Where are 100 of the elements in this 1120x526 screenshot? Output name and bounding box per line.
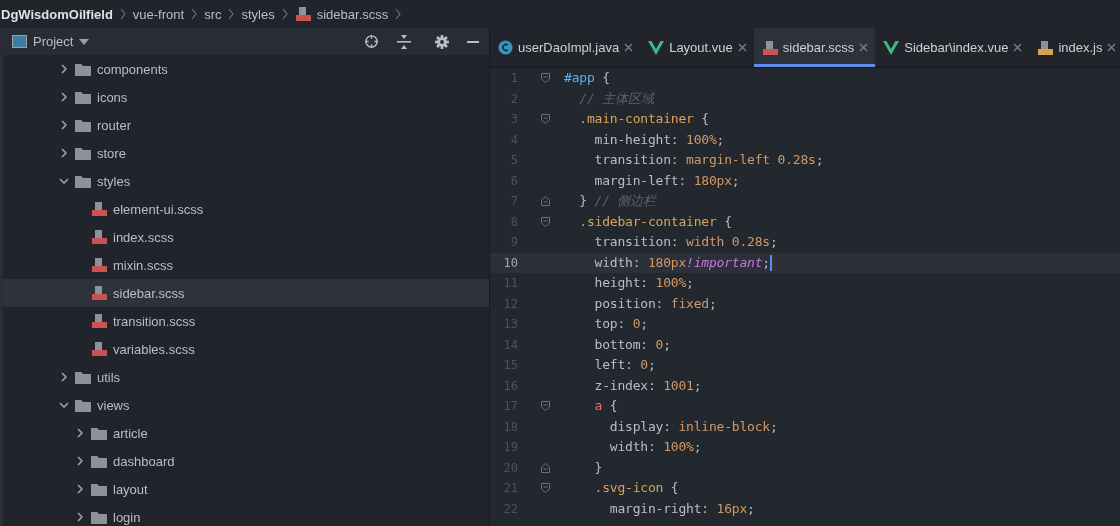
fold-icon[interactable] — [540, 114, 550, 125]
folder-icon — [75, 118, 91, 132]
folder-icon — [91, 454, 107, 468]
code-line: margin-left: 180px; — [593, 172, 740, 189]
code-line: } — [593, 459, 603, 476]
chevron-right-icon[interactable] — [75, 512, 85, 522]
vue-icon — [883, 40, 900, 55]
fold-icon[interactable] — [540, 483, 550, 494]
code-line: transition: width 0.28s; — [593, 234, 778, 251]
close-icon[interactable] — [859, 43, 869, 52]
settings-icon[interactable] — [435, 34, 449, 49]
js-file-icon — [1037, 39, 1054, 56]
code-line: position: fixed; — [593, 295, 717, 312]
tree-item[interactable]: components — [3, 55, 489, 83]
chevron-right-icon[interactable] — [59, 120, 69, 130]
tree-item[interactable]: dashboard — [3, 447, 489, 475]
code-line: a { — [593, 398, 618, 415]
chevron-right-icon[interactable] — [59, 372, 69, 382]
editor-tab[interactable]: index.js — [1029, 28, 1120, 67]
chevron-down-icon[interactable] — [59, 176, 69, 186]
code-line: .svg-icon { — [593, 480, 679, 497]
close-icon[interactable] — [737, 43, 747, 52]
chevron-right-icon — [118, 8, 127, 20]
tree-item[interactable]: store — [3, 139, 489, 167]
tree-item[interactable]: transition.scss — [3, 307, 489, 335]
code-line: top: 0; — [593, 316, 648, 333]
code-line: #app { — [564, 70, 610, 87]
tree-item[interactable]: login — [3, 503, 489, 526]
folder-icon — [91, 510, 107, 524]
folder-icon — [75, 174, 91, 188]
panel-title[interactable]: Project — [33, 34, 74, 49]
code-line: .sidebar-container { — [578, 213, 732, 230]
minimize-icon[interactable] — [467, 40, 479, 43]
class-icon — [498, 40, 513, 55]
vue-icon — [648, 40, 665, 55]
tree-item[interactable]: element-ui.scss — [3, 195, 489, 223]
tree-item[interactable]: utils — [3, 363, 489, 391]
tree-item[interactable]: icons — [3, 83, 489, 111]
sass-file-icon — [91, 341, 107, 357]
tree-item[interactable]: router — [3, 111, 489, 139]
close-icon[interactable] — [1013, 43, 1023, 52]
tree-item[interactable]: layout — [3, 475, 489, 503]
fold-icon[interactable] — [540, 73, 550, 84]
folder-icon — [75, 146, 91, 160]
chevron-right-icon[interactable] — [59, 148, 69, 158]
editor-tab[interactable]: Sidebar\index.vue — [875, 28, 1030, 67]
editor-tab[interactable]: Layout.vue — [640, 28, 754, 67]
sass-file-icon — [91, 257, 107, 273]
chevron-right-icon[interactable] — [75, 428, 85, 438]
chevron-down-icon[interactable] — [59, 400, 69, 410]
code-line: width: 180px!important; — [593, 254, 770, 271]
sass-file-icon — [91, 313, 107, 329]
breadcrumb-item[interactable]: sidebar.scss — [316, 6, 389, 22]
crosshair-icon[interactable] — [364, 34, 379, 49]
tree-item[interactable]: styles — [3, 167, 489, 195]
chevron-right-icon[interactable] — [75, 456, 85, 466]
folder-icon — [91, 482, 107, 496]
sass-file-icon — [91, 285, 107, 301]
breadcrumb-item[interactable]: vue-front — [132, 6, 185, 22]
tree-item[interactable]: mixin.scss — [3, 251, 489, 279]
fold-icon[interactable] — [540, 216, 550, 227]
sass-file-icon — [91, 229, 107, 245]
code-line: width: 100%; — [608, 439, 702, 456]
sass-file-icon — [91, 201, 107, 217]
code-line: .main-container { — [578, 111, 709, 128]
collapse-all-icon[interactable] — [397, 34, 411, 49]
fold-icon[interactable] — [540, 401, 550, 412]
chevron-right-icon — [280, 8, 289, 20]
code-line: } // 侧边栏 — [578, 193, 656, 210]
close-icon[interactable] — [1107, 43, 1117, 52]
chevron-right-icon — [190, 8, 199, 20]
breadcrumb-item[interactable]: DgWisdomOilfield — [1, 6, 113, 22]
chevron-right-icon[interactable] — [75, 484, 85, 494]
code-line: display: inline-block; — [608, 418, 778, 435]
code-line: margin-right: 16px; — [608, 500, 755, 517]
caret-down-icon[interactable] — [79, 38, 90, 45]
tree-item[interactable]: index.scss — [3, 223, 489, 251]
tree-item[interactable]: views — [3, 391, 489, 419]
code-line: min-height: 100%; — [593, 131, 725, 148]
fold-icon[interactable] — [540, 196, 550, 207]
code-line: z-index: 1001; — [593, 377, 702, 394]
fold-icon[interactable] — [540, 462, 550, 473]
breadcrumb-item[interactable]: styles — [241, 6, 275, 22]
code-line: left: 0; — [593, 357, 656, 374]
chevron-right-icon[interactable] — [59, 92, 69, 102]
folder-icon — [75, 370, 91, 384]
chevron-right-icon — [227, 8, 236, 20]
editor-tab[interactable]: sidebar.scss — [753, 28, 876, 67]
tree-item[interactable]: sidebar.scss — [3, 279, 489, 307]
code-line: transition: margin-left 0.28s; — [593, 152, 824, 169]
tree-item[interactable]: article — [3, 419, 489, 447]
sass-file-icon — [761, 39, 778, 56]
folder-icon — [75, 62, 91, 76]
chevron-right-icon[interactable] — [59, 64, 69, 74]
tree-item[interactable]: variables.scss — [3, 335, 489, 363]
folder-icon — [91, 426, 107, 440]
close-icon[interactable] — [624, 43, 634, 52]
editor-tab[interactable]: userDaoImpl.java — [490, 28, 641, 67]
breadcrumb-item[interactable]: src — [204, 6, 222, 22]
window-icon — [12, 35, 27, 48]
